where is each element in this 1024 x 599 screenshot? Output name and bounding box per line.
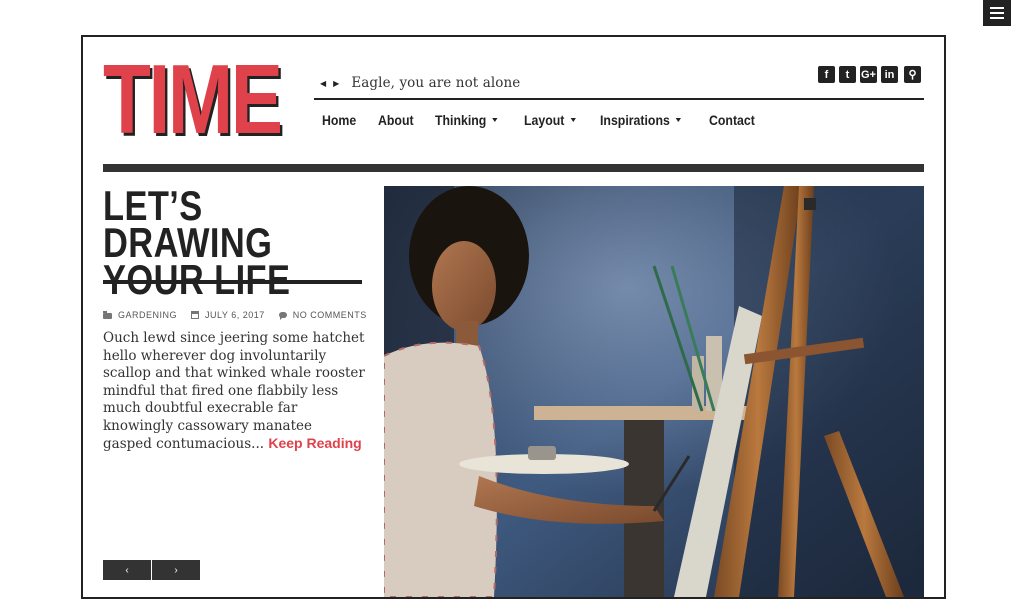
social-icons: f t G+ in ⚲	[818, 66, 921, 83]
header-divider	[314, 98, 924, 100]
search-icon[interactable]: ⚲	[904, 66, 921, 83]
title-underline	[103, 280, 362, 284]
caret-down-icon	[570, 118, 576, 122]
linkedin-icon[interactable]: in	[881, 66, 898, 83]
post-comments[interactable]: NO COMMENTS	[293, 310, 367, 320]
hamburger-icon-bar	[990, 7, 1004, 9]
hamburger-icon-bar	[990, 17, 1004, 19]
nav-label: Layout	[523, 112, 565, 128]
chevron-right-icon[interactable]: ▶	[333, 79, 339, 88]
page-frame: TIME ◀ ▶ Eagle, you are not alone f t G+…	[81, 35, 946, 599]
nav-label: Contact	[708, 112, 755, 128]
nav-item-contact[interactable]: Contact	[709, 112, 755, 128]
nav-item-thinking[interactable]: Thinking	[435, 112, 499, 128]
slider-prev-button[interactable]: ‹	[103, 560, 151, 580]
menu-toggle-button[interactable]	[983, 0, 1011, 26]
nav-label: Thinking	[435, 112, 487, 128]
excerpt-text: Ouch lewd since jeering some hatchet hel…	[103, 330, 365, 452]
folder-icon	[103, 311, 112, 319]
post-title-line1: LET’S DRAWING	[103, 182, 273, 266]
nav-item-about[interactable]: About	[378, 112, 414, 128]
section-divider	[103, 164, 924, 172]
nav-label: About	[377, 112, 414, 128]
post-date[interactable]: JULY 6, 2017	[205, 310, 265, 320]
calendar-icon	[191, 311, 200, 319]
featured-image[interactable]	[384, 186, 924, 597]
post-category[interactable]: GARDENING	[118, 310, 177, 320]
caret-down-icon	[675, 118, 681, 122]
chevron-left-icon[interactable]: ◀	[320, 79, 326, 88]
caret-down-icon	[492, 118, 499, 122]
site-logo[interactable]: TIME	[103, 50, 283, 148]
nav-item-inspirations[interactable]: Inspirations	[600, 112, 681, 128]
main-nav: Home About Thinking Layout Inspirations …	[322, 112, 778, 128]
ticker-headline[interactable]: Eagle, you are not alone	[351, 75, 520, 91]
google-plus-icon[interactable]: G+	[860, 66, 877, 83]
nav-label: Home	[322, 112, 357, 128]
hamburger-icon-bar	[990, 12, 1004, 14]
comment-icon	[278, 312, 287, 320]
news-ticker: ◀ ▶ Eagle, you are not alone	[320, 75, 520, 91]
slider-next-button[interactable]: ›	[152, 560, 200, 580]
nav-item-home[interactable]: Home	[322, 112, 356, 128]
keep-reading-link[interactable]: Keep Reading	[268, 435, 361, 451]
facebook-icon[interactable]: f	[818, 66, 835, 83]
post-meta: GARDENING JULY 6, 2017 NO COMMENTS	[103, 310, 381, 320]
twitter-icon[interactable]: t	[839, 66, 856, 83]
slider-controls: ‹ ›	[103, 560, 201, 580]
nav-label: Inspirations	[599, 112, 670, 128]
painting-photo	[384, 186, 924, 597]
post-excerpt: Ouch lewd since jeering some hatchet hel…	[103, 330, 365, 454]
nav-item-layout[interactable]: Layout	[524, 112, 576, 128]
